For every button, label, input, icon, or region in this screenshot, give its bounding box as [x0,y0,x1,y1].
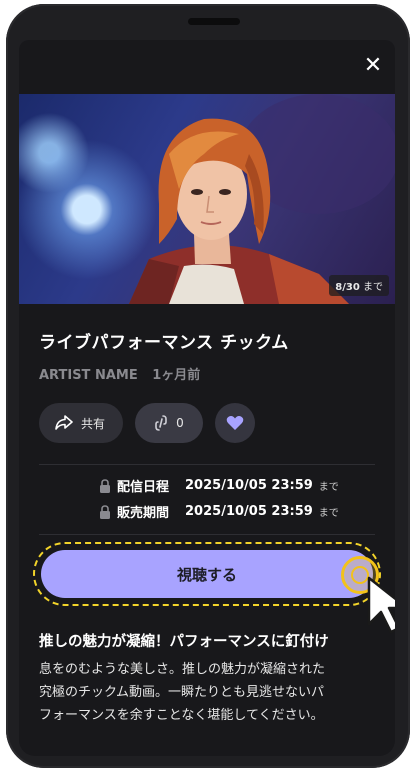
link-icon [155,415,167,431]
delivery-suffix: まで [318,482,339,493]
artist-name: ARTIST NAME [39,368,138,383]
description-line: フォーマンスを余すことなく堪能してください。 [39,708,324,723]
sales-date: 2025/10/05 23:59 [185,504,313,519]
availability-badge: 8/30 まで [329,275,389,296]
badge-count: 8/30 [335,282,360,293]
watch-button[interactable]: 視聴する [41,550,373,598]
description-body: 息をのむような美しさ。推しの魅力が凝縮された 究極のチックム動画。一瞬たりとも見… [39,658,379,727]
description-line: 究極のチックム動画。一瞬たりとも見逃せないパ [39,685,324,700]
link-count: 0 [176,416,184,430]
watch-label: 視聴する [176,565,237,584]
divider-top [39,464,375,465]
description-line: 息をのむような美しさ。推しの魅力が凝縮された [39,662,326,677]
like-button[interactable] [215,403,255,443]
lock-icon [100,504,110,519]
posted-time: 1ヶ月前 [152,368,201,383]
share-button[interactable]: 共有 [39,403,123,443]
speaker-slot [188,18,240,25]
badge-suffix: まで [363,282,383,293]
performer-photo [129,94,395,304]
sales-suffix: まで [318,508,339,519]
share-icon [55,415,73,430]
delivery-date: 2025/10/05 23:59 [185,478,313,493]
delivery-label: 配信日程 [117,480,170,495]
content-title: ライブパフォーマンス チックム [39,333,289,353]
close-icon[interactable]: ✕ [361,54,385,78]
delivery-row: 配信日程 2025/10/05 23:59 まで [99,476,339,495]
action-row: 共有 0 [39,403,255,443]
heart-icon [226,416,244,430]
cursor-icon [367,576,395,634]
sales-label: 販売期間 [117,506,170,521]
lock-icon [100,478,110,493]
modal-screen: ✕ 8/30 まで ライブパフォーマンス チックム ARTIST NAME 1ヶ… [19,40,395,756]
link-button[interactable]: 0 [135,403,203,443]
share-label: 共有 [81,416,106,431]
phone-frame: ✕ 8/30 まで ライブパフォーマンス チックム ARTIST NAME 1ヶ… [6,4,410,768]
divider-bottom [39,534,375,535]
content-meta: ARTIST NAME 1ヶ月前 [39,364,200,383]
hero-image: 8/30 まで [19,94,395,304]
description-heading: 推しの魅力が凝縮！パフォーマンスに釘付け [39,634,329,650]
sales-row: 販売期間 2025/10/05 23:59 まで [99,502,339,521]
